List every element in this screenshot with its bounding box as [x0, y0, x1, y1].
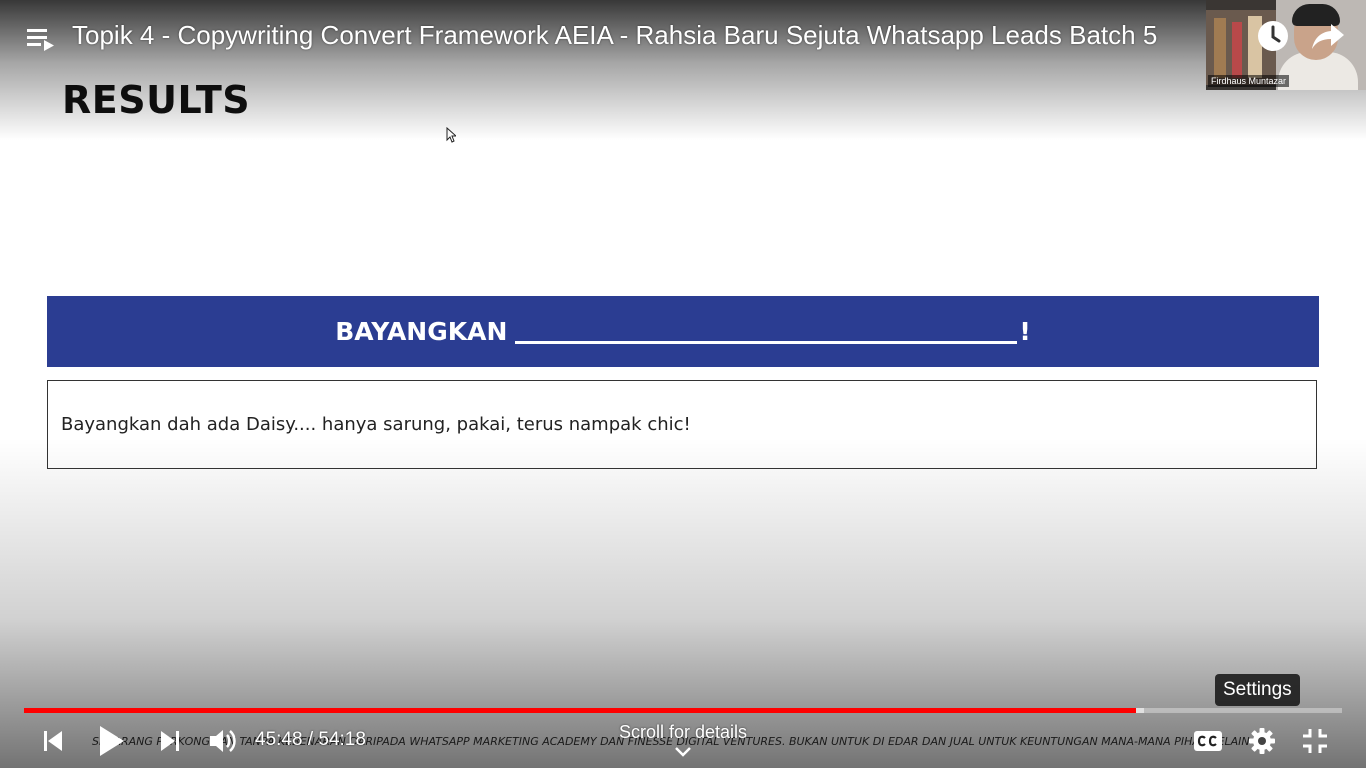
- progress-played: [24, 708, 1136, 713]
- share-arrow-icon[interactable]: [1311, 20, 1345, 52]
- slide-banner-text: BAYANGKAN: [335, 317, 508, 346]
- answer-text: Bayangkan dah ada Daisy.... hanya sarung…: [61, 414, 691, 435]
- exit-fullscreen-button[interactable]: [1302, 728, 1328, 754]
- video-title[interactable]: Topik 4 - Copywriting Convert Framework …: [72, 20, 1157, 51]
- exit-fullscreen-icon: [1303, 729, 1327, 753]
- closed-captions-icon: [1194, 731, 1222, 751]
- settings-button[interactable]: [1248, 727, 1276, 755]
- playlist-icon[interactable]: [27, 26, 55, 52]
- previous-button[interactable]: [40, 728, 66, 754]
- slide-banner-suffix: !: [1019, 317, 1031, 346]
- skip-previous-icon: [44, 731, 62, 751]
- volume-icon: [210, 730, 236, 752]
- slide-banner: BAYANGKAN !: [47, 296, 1319, 367]
- clock-icon[interactable]: [1257, 20, 1289, 52]
- slide-title: RESULTS: [62, 78, 251, 122]
- play-icon: [100, 726, 124, 756]
- video-player[interactable]: RESULTS BAYANGKAN ! Bayangkan dah ada Da…: [0, 0, 1366, 768]
- skip-next-icon: [161, 731, 179, 751]
- webcam-name-label: Firdhaus Muntazar: [1208, 75, 1290, 87]
- settings-tooltip: Settings: [1215, 674, 1300, 706]
- volume-button[interactable]: [207, 726, 237, 756]
- chevron-down-icon[interactable]: [674, 746, 692, 758]
- answer-box: Bayangkan dah ada Daisy.... hanya sarung…: [47, 380, 1317, 469]
- fill-in-blank-line: [515, 319, 1018, 344]
- progress-bar[interactable]: [24, 708, 1342, 713]
- mouse-cursor-icon: [446, 127, 456, 143]
- captions-button[interactable]: [1193, 728, 1223, 754]
- play-button[interactable]: [96, 724, 126, 758]
- next-button[interactable]: [157, 728, 183, 754]
- time-total: 54:18: [318, 729, 366, 750]
- time-display: 45:48 / 54:18: [255, 729, 366, 751]
- bottom-overlay-gradient: [0, 438, 1366, 768]
- gear-icon: [1249, 728, 1275, 754]
- time-current: 45:48: [255, 729, 303, 750]
- time-separator: /: [302, 729, 319, 750]
- scroll-for-details[interactable]: Scroll for details: [583, 722, 783, 743]
